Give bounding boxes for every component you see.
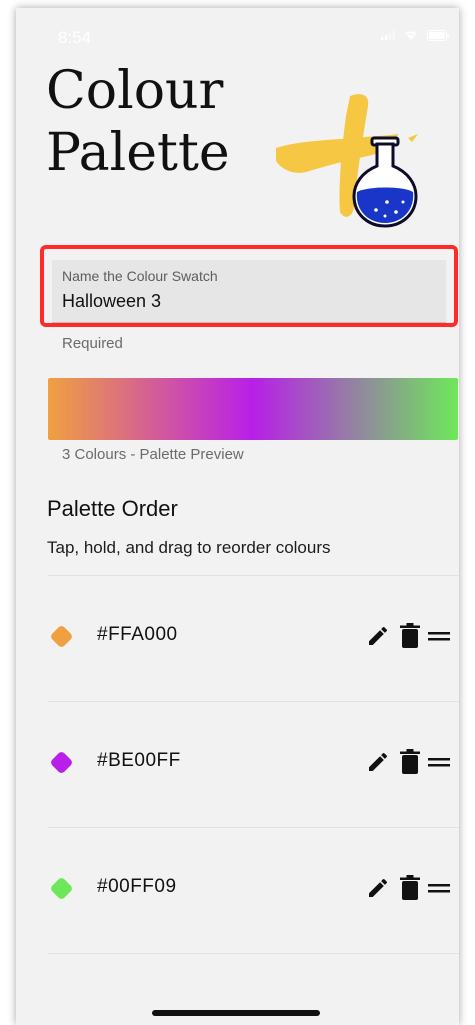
palette-order-subtitle: Tap, hold, and drag to reorder colours: [47, 538, 331, 557]
status-icons: [381, 29, 449, 41]
page-title-line-1: Colour: [46, 61, 224, 121]
brush-splatter: [408, 134, 418, 142]
trash-icon[interactable]: [398, 623, 422, 649]
pencil-icon[interactable]: [366, 875, 390, 901]
battery-icon: [427, 29, 449, 41]
drag-handle-icon[interactable]: [427, 623, 451, 649]
drag-handle-icon[interactable]: [427, 875, 451, 901]
swatch-name-label: Name the Colour Swatch: [62, 268, 218, 284]
required-helper-text: Required: [62, 335, 123, 352]
color-swatch-dot: [49, 750, 74, 775]
swatch-name-field[interactable]: Name the Colour Swatch: [52, 260, 446, 323]
status-time: 8:54: [58, 28, 92, 47]
palette-flask-logo: [276, 94, 418, 228]
drag-handle-icon[interactable]: [427, 749, 451, 775]
page-title: Colour Palette: [46, 60, 230, 184]
pencil-icon[interactable]: [366, 623, 390, 649]
status-bar: 8:54: [16, 8, 459, 58]
palette-preview-gradient: [48, 378, 458, 440]
palette-preview-caption: 3 Colours - Palette Preview: [62, 446, 244, 463]
color-hex-label: #FFA000: [97, 624, 178, 645]
app-screen: 8:54 Colour Palette Name the Colour Swat…: [16, 8, 459, 1025]
color-row[interactable]: #BE00FF: [16, 701, 459, 827]
color-swatch-dot: [49, 876, 74, 901]
color-row[interactable]: #FFA000: [16, 575, 459, 701]
signal-icon: [381, 30, 395, 40]
home-indicator[interactable]: [152, 1010, 320, 1016]
color-hex-label: #00FF09: [97, 876, 177, 897]
page-title-line-2: Palette: [46, 123, 230, 183]
trash-icon[interactable]: [398, 749, 422, 775]
trash-icon[interactable]: [398, 875, 422, 901]
swatch-name-input[interactable]: [60, 286, 434, 316]
pencil-icon[interactable]: [366, 749, 390, 775]
color-hex-label: #BE00FF: [97, 750, 181, 771]
palette-order-title: Palette Order: [47, 496, 178, 521]
color-row[interactable]: #00FF09: [16, 827, 459, 953]
wifi-icon: [404, 31, 418, 40]
divider: [48, 953, 459, 954]
color-swatch-dot: [49, 624, 74, 649]
